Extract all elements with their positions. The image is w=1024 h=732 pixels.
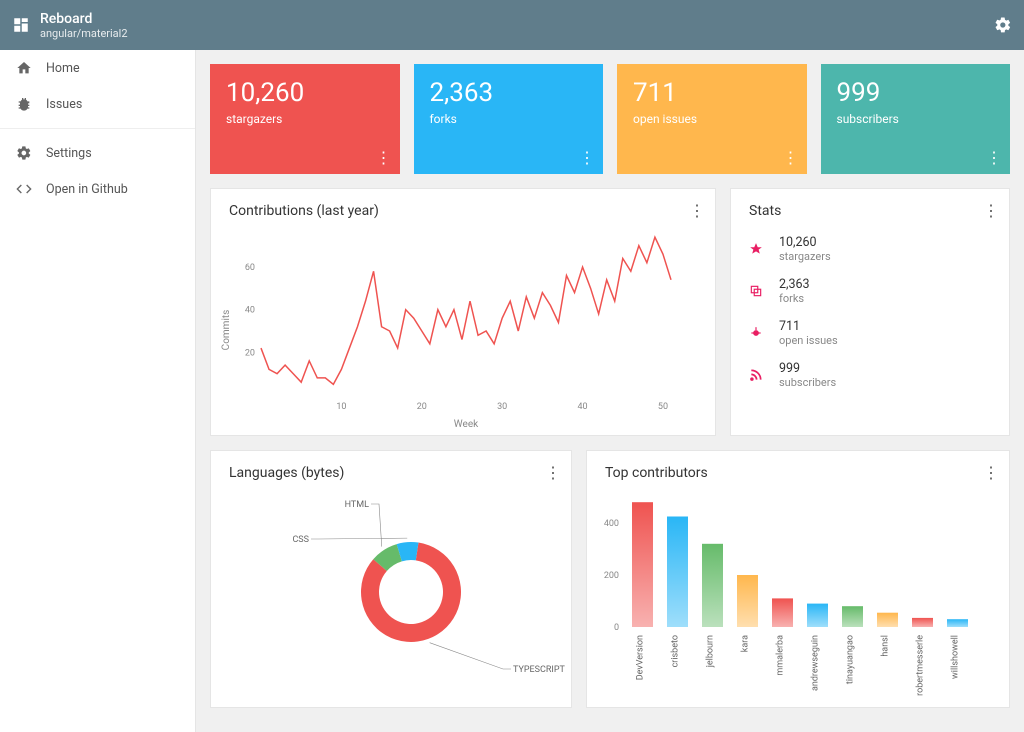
- sidebar: Home Issues Settings Open in Github: [0, 50, 196, 732]
- star-icon: [749, 242, 765, 256]
- svg-text:20: 20: [245, 348, 255, 358]
- svg-text:400: 400: [604, 519, 619, 529]
- stat-value: 2,363: [779, 277, 810, 292]
- card-title: Stats: [731, 189, 1009, 225]
- contributions-chart: 20 40 60 10 20 30 40 50 Commits Week: [211, 225, 691, 435]
- dashboard-icon: [12, 16, 30, 34]
- rss-icon: [749, 368, 765, 382]
- stat-line: 10,260stargazers: [731, 225, 1009, 267]
- svg-text:10: 10: [336, 402, 346, 412]
- stat-label: stargazers: [779, 250, 831, 263]
- top-contributors-card: Top contributors ⋮ 0 200 400 DevVersion cris…: [586, 450, 1010, 708]
- svg-text:50: 50: [658, 402, 668, 412]
- stat-label: stargazers: [226, 112, 384, 126]
- stat-value: 10,260: [779, 235, 831, 250]
- code-icon: [16, 181, 32, 197]
- svg-text:HTML: HTML: [345, 500, 370, 510]
- svg-text:0: 0: [614, 623, 619, 633]
- stat-value: 711: [633, 78, 791, 108]
- gear-icon[interactable]: [994, 16, 1012, 34]
- languages-card: Languages (bytes) ⋮ TYPESCRIPT HTML CSS: [210, 450, 572, 708]
- svg-text:crisbeto: crisbeto: [671, 635, 681, 667]
- stat-value: 711: [779, 319, 838, 334]
- more-icon[interactable]: ⋮: [376, 150, 392, 166]
- stats-card: Stats ⋮ 10,260stargazers 2,363forks 711o…: [730, 188, 1010, 436]
- stat-value: 10,260: [226, 78, 384, 108]
- svg-text:Commits: Commits: [221, 310, 232, 351]
- bug-icon: [16, 96, 32, 112]
- svg-text:jelbourn: jelbourn: [706, 635, 716, 668]
- svg-text:DevVersion: DevVersion: [636, 635, 646, 680]
- svg-text:20: 20: [417, 402, 427, 412]
- sidebar-item-label: Issues: [46, 97, 82, 112]
- main-content: 10,260 stargazers ⋮2,363 forks ⋮711 open…: [196, 50, 1024, 732]
- sidebar-item-settings[interactable]: Settings: [0, 135, 195, 171]
- copy-icon: [749, 284, 765, 298]
- stat-label: forks: [779, 292, 810, 305]
- stat-label: forks: [430, 112, 588, 126]
- svg-text:robertmesserle: robertmesserle: [916, 635, 926, 696]
- stat-card: 2,363 forks ⋮: [414, 64, 604, 174]
- more-icon[interactable]: ⋮: [579, 150, 595, 166]
- svg-text:andrewseguin: andrewseguin: [811, 635, 821, 691]
- sidebar-item-label: Home: [46, 61, 80, 76]
- stat-label: subscribers: [779, 376, 836, 389]
- svg-text:40: 40: [245, 306, 255, 316]
- stat-card: 999 subscribers ⋮: [821, 64, 1011, 174]
- bug-icon: [749, 326, 765, 340]
- stat-value: 2,363: [430, 78, 588, 108]
- more-icon[interactable]: ⋮: [545, 463, 561, 482]
- svg-text:kara: kara: [741, 635, 751, 652]
- stat-value: 999: [837, 78, 995, 108]
- more-icon[interactable]: ⋮: [983, 201, 999, 220]
- more-icon[interactable]: ⋮: [783, 150, 799, 166]
- stat-label: open issues: [633, 112, 791, 126]
- svg-text:hansl: hansl: [881, 635, 891, 657]
- svg-text:40: 40: [578, 402, 588, 412]
- more-icon[interactable]: ⋮: [986, 150, 1002, 166]
- sidebar-item-github[interactable]: Open in Github: [0, 171, 195, 207]
- languages-chart: TYPESCRIPT HTML CSS: [211, 487, 571, 707]
- stat-card: 10,260 stargazers ⋮: [210, 64, 400, 174]
- stat-label: open issues: [779, 334, 838, 347]
- sidebar-item-label: Open in Github: [46, 182, 128, 197]
- gear-icon: [16, 145, 32, 161]
- stat-line: 711open issues: [731, 309, 1009, 351]
- svg-text:60: 60: [245, 263, 255, 273]
- card-title: Languages (bytes): [211, 451, 571, 487]
- stat-line: 2,363forks: [731, 267, 1009, 309]
- svg-text:willshowell: willshowell: [951, 635, 961, 679]
- svg-text:TYPESCRIPT: TYPESCRIPT: [513, 665, 566, 675]
- more-icon[interactable]: ⋮: [689, 201, 705, 220]
- contributors-chart: 0 200 400 DevVersion crisbeto jelbourn kara mma…: [587, 487, 985, 707]
- card-title: Contributions (last year): [211, 189, 715, 225]
- home-icon: [16, 60, 32, 76]
- svg-text:30: 30: [497, 402, 507, 412]
- contributions-card: Contributions (last year) ⋮ 20 40 60 10 20 30…: [210, 188, 716, 436]
- svg-text:Week: Week: [454, 419, 479, 430]
- stat-line: 999subscribers: [731, 351, 1009, 393]
- sidebar-item-home[interactable]: Home: [0, 50, 195, 86]
- svg-text:CSS: CSS: [292, 535, 309, 545]
- svg-text:mmalerba: mmalerba: [776, 635, 786, 676]
- stat-value: 999: [779, 361, 836, 376]
- sidebar-item-label: Settings: [46, 146, 92, 161]
- app-header: Reboard angular/material2: [0, 0, 1024, 50]
- svg-text:200: 200: [604, 571, 619, 581]
- app-subtitle: angular/material2: [40, 27, 128, 40]
- card-title: Top contributors: [587, 451, 1009, 487]
- app-title: Reboard: [40, 11, 128, 27]
- sidebar-item-issues[interactable]: Issues: [0, 86, 195, 122]
- more-icon[interactable]: ⋮: [983, 463, 999, 482]
- svg-text:tinayuangao: tinayuangao: [846, 635, 856, 684]
- stat-card: 711 open issues ⋮: [617, 64, 807, 174]
- stat-label: subscribers: [837, 112, 995, 126]
